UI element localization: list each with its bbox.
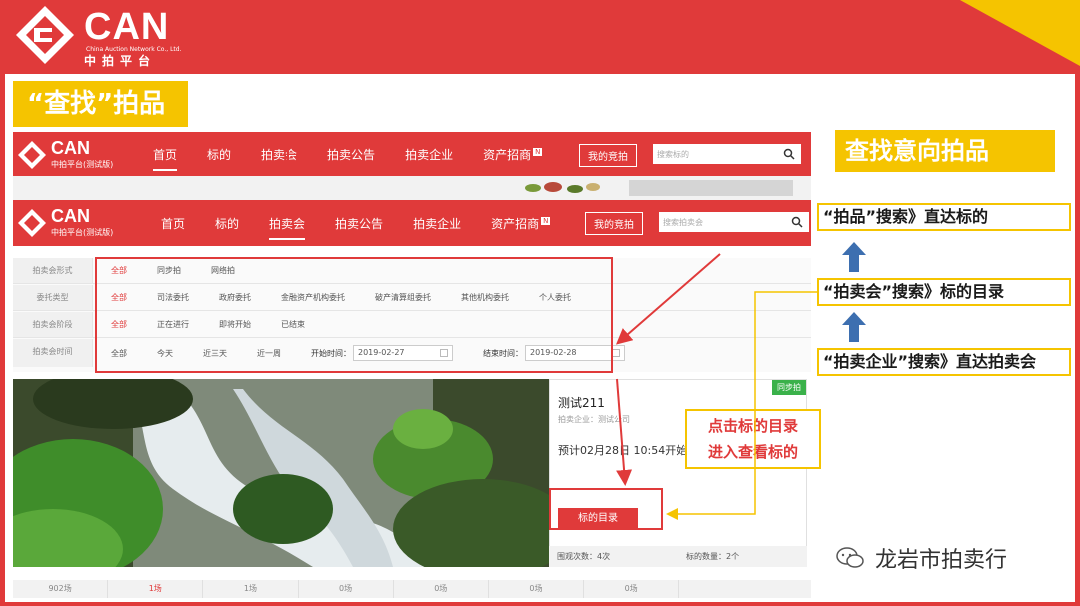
content-area: “查找”拍品 查找意向拍品 “拍品”搜索》直达标的 “拍卖会”搜索》标的目录 “…: [5, 74, 1075, 602]
logo-wordmark: CAN: [84, 6, 170, 48]
note-enterprise-search: “拍卖企业”搜索》直达拍卖会: [817, 348, 1071, 376]
site-logo-icon: [18, 141, 46, 169]
nav-home[interactable]: 首页: [153, 146, 178, 171]
site-logo[interactable]: CAN 中拍平台(测试版): [17, 206, 137, 240]
nav-announcements[interactable]: 拍卖公告: [335, 215, 383, 232]
filter-label: 拍卖会阶段: [13, 312, 93, 337]
slide-title: “查找”拍品: [13, 81, 188, 127]
filter-label: 委托类型: [13, 285, 93, 310]
highlight-catalog-button: [549, 488, 663, 530]
up-arrow-icon: [842, 242, 866, 272]
lot-count: 标的数量：2个: [686, 552, 740, 561]
count-tab: [679, 580, 811, 598]
count-tab[interactable]: 1场: [203, 580, 299, 598]
new-badge: N: [541, 216, 551, 225]
auction-count-tabs: 902场 1场 1场 0场 0场 0场 0场: [13, 580, 811, 598]
find-tag: 查找意向拍品: [835, 130, 1055, 172]
site-logo-icon: [18, 209, 46, 237]
watermark-text: 龙岩市拍卖行: [875, 548, 1008, 573]
my-bid-button[interactable]: 我的竞拍: [579, 144, 637, 167]
sync-auction-tag: 同步拍: [772, 380, 806, 395]
catalog-callout: 点击标的目录 进入查看标的: [685, 409, 821, 469]
view-count: 围观次数：4次: [557, 552, 611, 561]
nav-lots[interactable]: 标的: [207, 146, 231, 163]
waterfall-image: [13, 379, 549, 567]
count-tab[interactable]: 1场: [108, 580, 204, 598]
auction-enterprise: 拍卖企业：测试公司: [558, 415, 630, 424]
site-logo-sub: 中拍平台(测试版): [51, 228, 114, 237]
site-logo-text: CAN: [51, 206, 90, 226]
calendar-icon[interactable]: [612, 349, 620, 357]
note-lot-search: “拍品”搜索》直达标的: [817, 203, 1071, 231]
nav-home[interactable]: 首页: [161, 215, 185, 232]
lot-search-input[interactable]: 搜索标的: [653, 144, 801, 164]
auction-start-time: 预计02月28日 10:54开始: [558, 444, 688, 457]
count-tab[interactable]: 0场: [299, 580, 394, 598]
search-icon[interactable]: [783, 148, 795, 160]
banner-placeholder: [629, 180, 793, 196]
count-tab[interactable]: 0场: [489, 580, 585, 598]
wechat-icon: [836, 547, 864, 568]
nav-enterprises[interactable]: 拍卖企业: [405, 146, 453, 163]
count-tab[interactable]: 0场: [394, 580, 489, 598]
my-bid-button[interactable]: 我的竞拍: [585, 212, 643, 235]
corner-decoration: [960, 0, 1080, 66]
auction-title[interactable]: 测试211: [558, 394, 605, 411]
nav-assets[interactable]: 资产招商 N: [483, 146, 543, 163]
banner-strip: [13, 176, 811, 200]
site-logo-text: CAN: [51, 138, 90, 158]
filter-label: 拍卖会形式: [13, 258, 93, 283]
site-logo-sub: 中拍平台(测试版): [51, 160, 114, 169]
site-logo[interactable]: CAN 中拍平台(测试版): [17, 138, 137, 172]
count-tab[interactable]: 902场: [13, 580, 109, 598]
nav-announcements[interactable]: 拍卖公告: [327, 146, 375, 163]
logo-chinese: 中拍平台: [84, 54, 157, 68]
flower-decoration: [525, 182, 600, 193]
auction-image[interactable]: [13, 379, 549, 567]
can-logo-icon: [16, 6, 74, 64]
nav-lots[interactable]: 标的: [215, 215, 239, 232]
site-menu: 首页 标的 拍卖会 拍卖公告 拍卖企业 资产招商 N: [153, 132, 572, 176]
site-navbar-top: CAN 中拍平台(测试版) 首页 标的 拍卖会 拍卖公告 拍卖企业 资产招商 N …: [13, 132, 811, 176]
nav-auctions[interactable]: 拍卖会: [269, 215, 306, 240]
up-arrow-icon: [842, 312, 866, 342]
new-badge: N: [533, 147, 543, 156]
auction-card-footer: 围观次数：4次 标的数量：2个: [549, 546, 807, 567]
highlight-filter-panel: [95, 257, 613, 373]
note-auction-search: “拍卖会”搜索》标的目录: [817, 278, 1071, 306]
auction-card-info: 同步拍 测试211 拍卖企业：测试公司 预计02月28日 10:54开始 标的目…: [549, 379, 807, 567]
search-icon[interactable]: [791, 216, 803, 228]
auction-search-input[interactable]: 搜索拍卖会: [659, 212, 809, 232]
filter-label: 拍卖会时间: [13, 339, 93, 367]
slide: CAN China Auction Network Co., Ltd. 中拍平台…: [0, 0, 1080, 606]
nav-assets[interactable]: 资产招商 N: [491, 215, 551, 232]
nav-enterprises[interactable]: 拍卖企业: [413, 215, 461, 232]
site-navbar-auctions: CAN 中拍平台(测试版) 首页 标的 拍卖会 拍卖公告 拍卖企业 资产招商 N …: [13, 200, 811, 246]
count-tab[interactable]: 0场: [584, 580, 680, 598]
site-menu: 首页 标的 拍卖会 拍卖公告 拍卖企业 资产招商 N: [161, 200, 580, 246]
can-logo: CAN China Auction Network Co., Ltd. 中拍平台: [14, 4, 194, 68]
wechat-watermark: 龙岩市拍卖行: [835, 542, 1007, 574]
